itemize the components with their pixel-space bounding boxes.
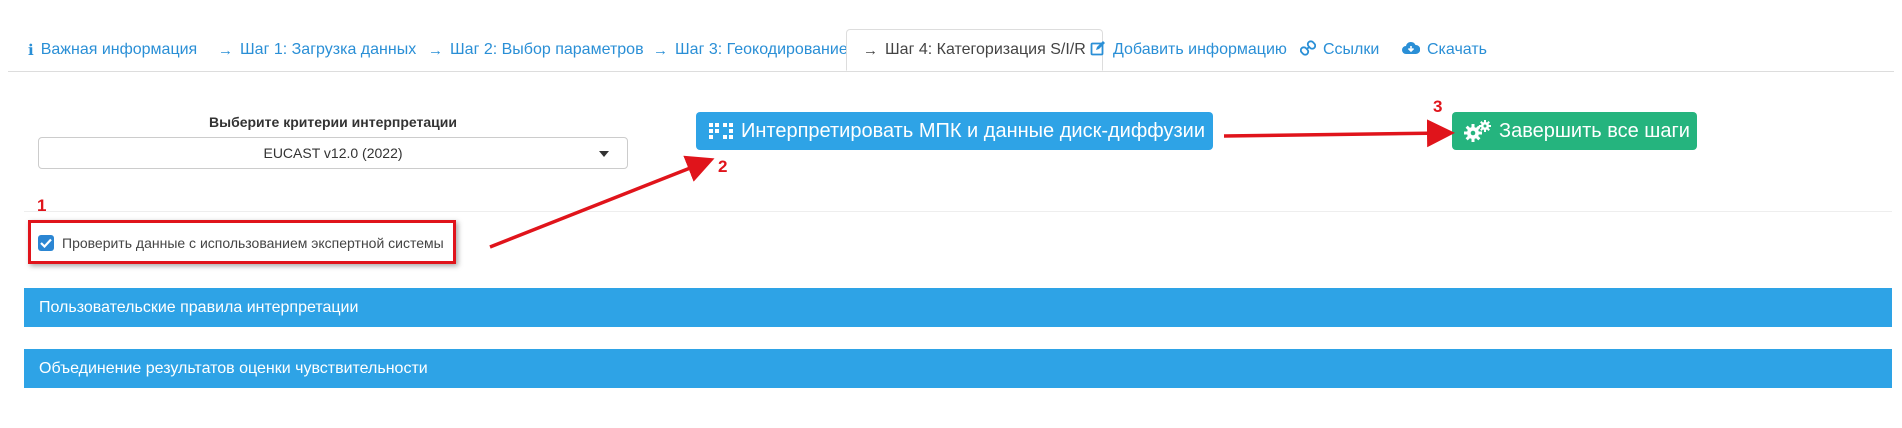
annotation-number-2: 2 (718, 157, 728, 176)
arrow-right-icon: → (428, 41, 443, 59)
tab-download[interactable]: Скачать (1402, 29, 1487, 71)
tab-add-info[interactable]: Добавить информацию (1090, 29, 1287, 71)
panel-title: Объединение результатов оценки чувствите… (39, 359, 428, 377)
panel-title: Пользовательские правила интерпретации (39, 298, 359, 316)
merge-results-panel-header[interactable]: Объединение результатов оценки чувствите… (24, 349, 1892, 388)
arrow-right-icon: → (218, 41, 233, 59)
tab-label: Важная информация (40, 41, 198, 58)
tab-label: Скачать (1427, 41, 1487, 58)
tab-bar: ℹ Важная информация → Шаг 1: Загрузка да… (8, 29, 1894, 72)
tab-step-1[interactable]: → Шаг 1: Загрузка данных (218, 29, 416, 71)
tab-important-info[interactable]: ℹ Важная информация (28, 29, 197, 71)
expert-system-checkbox[interactable] (38, 235, 54, 251)
criteria-selected-value: EUCAST v12.0 (2022) (263, 145, 403, 161)
tab-label: Шаг 1: Загрузка данных (240, 41, 417, 58)
annotation-number-1: 1 (37, 196, 47, 215)
edit-icon (1090, 40, 1106, 60)
cloud-download-icon (1402, 41, 1421, 59)
tab-label: Добавить информацию (1113, 41, 1287, 58)
annotation-arrow-1-to-2 (489, 155, 715, 249)
tab-links[interactable]: Ссылки (1299, 29, 1380, 71)
gears-icon (1464, 120, 1492, 142)
tab-label: Шаг 4: Категоризация S/I/R (885, 41, 1086, 58)
braille-dots-icon (708, 121, 734, 141)
caret-down-icon (599, 151, 609, 157)
tab-label: Ссылки (1323, 41, 1380, 58)
finish-all-steps-button[interactable]: Завершить все шаги (1452, 112, 1697, 150)
link-icon (1299, 40, 1317, 60)
tab-step-3[interactable]: → Шаг 3: Геокодирование (653, 29, 848, 71)
tab-step-4[interactable]: → Шаг 4: Категоризация S/I/R (846, 29, 1103, 71)
interpret-button[interactable]: Интерпретировать МПК и данные диск-диффу… (696, 112, 1213, 150)
arrow-right-icon: → (863, 41, 878, 59)
tab-step-2[interactable]: → Шаг 2: Выбор параметров (428, 29, 644, 71)
finish-button-label: Завершить все шаги (1499, 119, 1690, 142)
divider (24, 211, 1892, 212)
arrow-right-icon: → (653, 41, 668, 59)
tab-label: Шаг 3: Геокодирование (675, 41, 848, 58)
criteria-select[interactable]: EUCAST v12.0 (2022) (38, 137, 628, 169)
tab-label: Шаг 2: Выбор параметров (450, 41, 644, 58)
info-icon: ℹ (28, 42, 34, 59)
expert-system-checkbox-row[interactable]: Проверить данные с использованием экспер… (38, 232, 444, 254)
annotation-number-3: 3 (1433, 97, 1443, 116)
custom-rules-panel-header[interactable]: Пользовательские правила интерпретации (24, 288, 1892, 327)
interpret-button-label: Интерпретировать МПК и данные диск-диффу… (741, 119, 1206, 142)
annotation-arrow-2-to-3 (1223, 119, 1455, 148)
expert-system-label: Проверить данные с использованием экспер… (62, 235, 444, 251)
criteria-label: Выберите критерии интерпретации (209, 114, 457, 130)
